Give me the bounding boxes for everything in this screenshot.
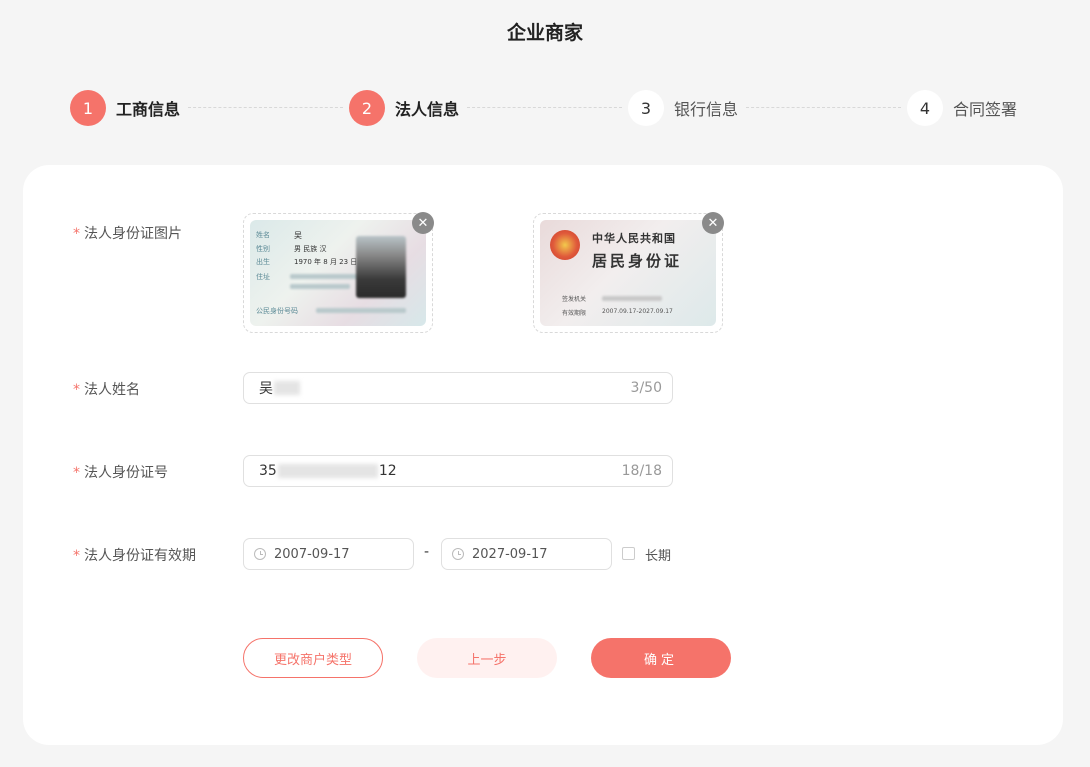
form-card: * 法人身份证图片 ✕ 姓名 吴 性别 男 民族 汉 出生 1970 年 8 月 … — [23, 165, 1063, 745]
masked-text — [274, 381, 300, 395]
id-back-upload[interactable]: ✕ 中华人民共和国 居民身份证 签发机关 有效期限 2007.09.17-202… — [533, 212, 724, 333]
step-business-info: 1 工商信息 — [70, 90, 180, 126]
previous-step-button[interactable]: 上一步 — [417, 638, 557, 678]
id-photo-label: * 法人身份证图片 — [73, 226, 182, 242]
required-mark: * — [73, 226, 80, 242]
id-number-label: * 法人身份证号 — [73, 465, 168, 481]
clock-icon — [452, 548, 464, 560]
step-label: 法人信息 — [395, 100, 460, 119]
step-number: 3 — [628, 90, 664, 126]
portrait-photo — [356, 236, 406, 298]
step-connector — [746, 107, 901, 108]
step-number: 2 — [349, 90, 385, 126]
step-label: 合同签署 — [953, 100, 1018, 119]
confirm-button[interactable]: 确定 — [591, 638, 731, 678]
step-number: 4 — [907, 90, 943, 126]
change-merchant-type-button[interactable]: 更改商户类型 — [243, 638, 383, 678]
masked-text — [277, 464, 378, 478]
page-title: 企业商家 — [506, 22, 583, 44]
char-counter: 18/18 — [621, 463, 662, 479]
step-connector — [467, 107, 622, 108]
validity-label: * 法人身份证有效期 — [73, 548, 196, 564]
step-contract-signing: 4 合同签署 — [907, 90, 1017, 126]
id-back-title-2: 居民身份证 — [592, 252, 683, 270]
step-connector — [188, 107, 343, 108]
id-front-sex: 男 民族 汉 — [294, 245, 327, 253]
step-number: 1 — [70, 90, 106, 126]
end-date-picker[interactable]: 2027-09-17 — [441, 538, 612, 570]
id-front-upload[interactable]: ✕ 姓名 吴 性别 男 民族 汉 出生 1970 年 8 月 23 日 住址 公… — [243, 212, 434, 333]
step-indicator: 1 工商信息 2 法人信息 3 银行信息 4 合同签署 — [70, 90, 1020, 126]
id-back-validity: 2007.09.17-2027.09.17 — [602, 308, 673, 315]
id-front-birth: 1970 年 8 月 23 日 — [294, 258, 358, 266]
date-separator: - — [424, 544, 430, 560]
id-back-title-1: 中华人民共和国 — [592, 232, 676, 245]
id-back-image: 中华人民共和国 居民身份证 签发机关 有效期限 2007.09.17-2027.… — [540, 220, 716, 326]
start-date-picker[interactable]: 2007-09-17 — [243, 538, 414, 570]
id-front-name: 吴 — [294, 231, 302, 240]
national-emblem-icon — [550, 230, 580, 260]
close-icon[interactable]: ✕ — [412, 212, 434, 234]
name-label: * 法人姓名 — [73, 382, 140, 398]
id-front-image: 姓名 吴 性别 男 民族 汉 出生 1970 年 8 月 23 日 住址 公民身… — [250, 220, 426, 326]
step-label: 工商信息 — [116, 100, 181, 119]
step-label: 银行信息 — [674, 100, 739, 119]
long-term-label[interactable]: 长期 — [645, 545, 671, 564]
char-counter: 3/50 — [630, 380, 662, 396]
id-number-input[interactable]: 35 12 18/18 — [243, 455, 673, 487]
step-legal-person-info: 2 法人信息 — [349, 90, 459, 126]
legal-name-input[interactable]: 吴 3/50 — [243, 372, 673, 404]
long-term-checkbox[interactable] — [622, 547, 635, 560]
clock-icon — [254, 548, 266, 560]
step-bank-info: 3 银行信息 — [628, 90, 738, 126]
close-icon[interactable]: ✕ — [702, 212, 724, 234]
